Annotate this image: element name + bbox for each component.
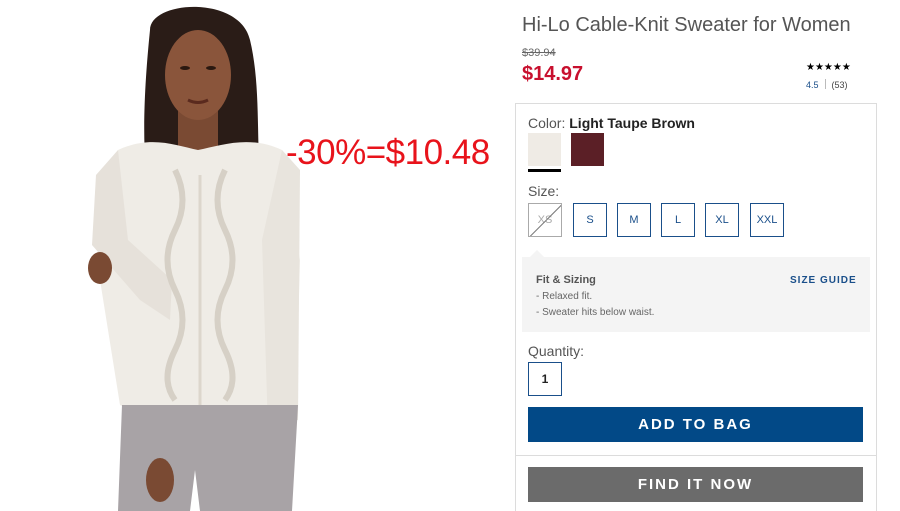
rating-separator [824, 79, 826, 89]
selected-color-name: Light Taupe Brown [569, 115, 695, 131]
review-count[interactable]: (53) [832, 80, 848, 90]
color-swatch-light-taupe-brown[interactable] [528, 133, 561, 172]
color-label-text: Color: [528, 115, 566, 131]
size-label: Size: [528, 183, 560, 199]
quantity-input[interactable]: 1 [528, 362, 562, 396]
fit-detail-length: - Sweater hits below waist. [536, 307, 655, 318]
size-l-button[interactable]: L [661, 203, 695, 237]
size-m-button[interactable]: M [617, 203, 651, 237]
fit-sizing-title: Fit & Sizing [536, 274, 596, 286]
fit-sizing-box: Fit & Sizing SIZE GUIDE - Relaxed fit. -… [522, 250, 870, 332]
product-title: Hi-Lo Cable-Knit Sweater for Women [522, 14, 851, 36]
rating-stars: ★★★★★ [806, 62, 851, 73]
discount-overlay-text: -30%=$10.48 [286, 133, 490, 172]
size-xl-button[interactable]: XL [705, 203, 739, 237]
rating-meta: 4.5 (53) [806, 79, 866, 90]
original-price: $39.94 [522, 47, 556, 59]
sale-price: $14.97 [522, 63, 584, 85]
size-xs-button[interactable]: XS [528, 203, 562, 237]
size-xxl-button[interactable]: XXL [750, 203, 784, 237]
model-illustration [88, 6, 300, 511]
size-guide-link[interactable]: SIZE GUIDE [790, 275, 857, 286]
rating-widget[interactable]: ★★★★★ 4.5 (53) [806, 62, 866, 90]
color-label: Color: Light Taupe Brown [528, 115, 695, 131]
add-to-bag-button[interactable]: ADD TO BAG [528, 407, 863, 442]
rating-score[interactable]: 4.5 [806, 80, 819, 90]
section-divider [515, 455, 877, 456]
quantity-label: Quantity: [528, 343, 585, 359]
fit-detail-relaxed: - Relaxed fit. [536, 291, 593, 302]
product-image [0, 0, 400, 511]
find-it-now-button[interactable]: FIND IT NOW [528, 467, 863, 502]
size-s-button[interactable]: S [573, 203, 607, 237]
color-swatch-burgundy[interactable] [571, 133, 604, 166]
